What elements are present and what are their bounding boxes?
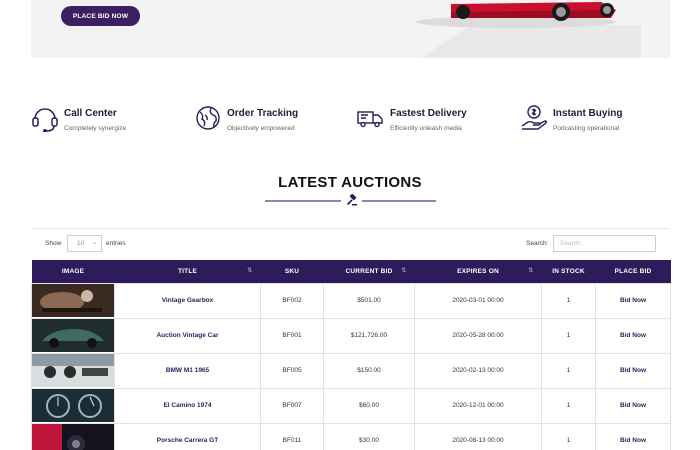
section-title: LATEST AUCTIONS <box>278 174 422 191</box>
auctions-table: IMAGE TITLE ⇅ SKU CURRENT BID ⇅ EXPIRES ON… <box>31 260 671 450</box>
auction-title[interactable]: Porsche Carrera GT <box>114 422 261 450</box>
auction-current-bid: $150.00 <box>323 352 415 389</box>
auction-stock: 1 <box>541 352 596 389</box>
gavel-icon <box>346 194 357 206</box>
header-title[interactable]: TITLE ⇅ <box>114 260 261 283</box>
feature-title: Instant Buying <box>553 108 623 119</box>
feature-title: Order Tracking <box>227 108 299 119</box>
auction-sku: BF005 <box>260 352 324 389</box>
money-hand-icon <box>521 105 548 130</box>
auction-expires: 2020-02-13 00:00 <box>414 352 542 389</box>
chevron-down-icon: ⌄ <box>91 240 97 246</box>
auction-expires: 2020-03-01 00:00 <box>414 282 542 319</box>
hero-banner: PLACE BID NOW <box>31 0 670 58</box>
feature-subtitle: Efficiently unleash media <box>390 125 462 132</box>
bid-now-link[interactable]: Bid Now <box>620 402 646 409</box>
table-row: Vintage Gearbox BF002 $501.00 2020-03-01… <box>31 282 671 319</box>
sort-icon[interactable]: ⇅ <box>247 267 252 274</box>
auction-expires: 2020-12-01 00:00 <box>414 387 542 424</box>
title-divider-right <box>362 200 436 202</box>
header-place-bid[interactable]: PLACE BID <box>595 260 671 283</box>
auction-sku: BF001 <box>260 317 324 354</box>
table-row: El Camino 1974 BF007 $60.00 2020-12-01 0… <box>31 387 671 424</box>
truck-icon <box>357 111 383 128</box>
auction-current-bid: $121,726.00 <box>323 317 415 354</box>
auction-expires: 2020-08-13 00:00 <box>414 422 542 450</box>
auction-stock: 1 <box>541 387 596 424</box>
el-camino-1974-image[interactable] <box>32 389 114 422</box>
entries-label: entries <box>106 240 126 247</box>
headset-icon <box>32 108 58 132</box>
table-row: Auction Vintage Car BF001 $121,726.00 20… <box>31 317 671 354</box>
feature-subtitle: Podcasting operational <box>553 125 620 132</box>
table-header-row: IMAGE TITLE ⇅ SKU CURRENT BID ⇅ EXPIRES ON… <box>31 260 671 283</box>
entries-value: 10 <box>77 240 85 247</box>
vintage-gearbox-image[interactable] <box>32 284 114 317</box>
table-row: BMW M1 1965 BF005 $150.00 2020-02-13 00:… <box>31 352 671 389</box>
auction-title[interactable]: BMW M1 1965 <box>114 352 261 389</box>
bid-now-link[interactable]: Bid Now <box>620 437 646 444</box>
auction-sku: BF002 <box>260 282 324 319</box>
bmw-m1-1965-image[interactable] <box>32 354 114 387</box>
title-divider-left <box>265 200 341 202</box>
bid-now-link[interactable]: Bid Now <box>620 332 646 339</box>
show-label: Show <box>45 240 62 247</box>
feature-order-tracking: Order Tracking Objectively empowered <box>194 104 324 136</box>
sort-icon[interactable]: ⇅ <box>401 267 406 274</box>
bid-now-link[interactable]: Bid Now <box>620 297 646 304</box>
feature-subtitle: Completely synergize <box>64 125 127 132</box>
auction-title[interactable]: Vintage Gearbox <box>114 282 261 319</box>
auction-stock: 1 <box>541 422 596 450</box>
bid-now-link[interactable]: Bid Now <box>620 367 646 374</box>
feature-fastest-delivery: Fastest Delivery Efficiently unleash med… <box>357 104 487 136</box>
auction-stock: 1 <box>541 282 596 319</box>
table-row: Porsche Carrera GT BF011 $30.00 2020-08-… <box>31 422 671 450</box>
header-sku[interactable]: SKU <box>260 260 324 283</box>
feature-title: Call Center <box>64 108 117 119</box>
porsche-carrera-gt-image[interactable] <box>32 424 114 450</box>
hero-car-image <box>416 2 641 58</box>
auction-title[interactable]: El Camino 1974 <box>114 387 261 424</box>
auction-sku: BF011 <box>260 422 324 450</box>
auction-current-bid: $501.00 <box>323 282 415 319</box>
feature-instant-buying: Instant Buying Podcasting operational <box>520 104 650 136</box>
globe-icon <box>196 106 220 130</box>
auction-current-bid: $30.00 <box>323 422 415 450</box>
feature-subtitle: Objectively empowered <box>227 125 295 132</box>
section-divider <box>31 228 670 229</box>
auction-sku: BF007 <box>260 387 324 424</box>
header-image[interactable]: IMAGE <box>31 260 115 283</box>
auction-title[interactable]: Auction Vintage Car <box>114 317 261 354</box>
auction-vintage-car-image[interactable] <box>32 319 114 352</box>
header-expires-on[interactable]: EXPIRES ON ⇅ <box>414 260 542 283</box>
feature-title: Fastest Delivery <box>390 108 467 119</box>
search-input[interactable] <box>553 235 656 252</box>
header-current-bid[interactable]: CURRENT BID ⇅ <box>323 260 415 283</box>
entries-select[interactable]: 10 ⌄ <box>67 235 102 252</box>
search-label: Search: <box>526 240 549 247</box>
feature-call-center: Call Center Completely synergize <box>31 104 161 136</box>
header-in-stock[interactable]: IN STOCK <box>541 260 596 283</box>
place-bid-now-button[interactable]: PLACE BID NOW <box>61 6 140 26</box>
auction-current-bid: $60.00 <box>323 387 415 424</box>
sort-icon[interactable]: ⇅ <box>528 267 533 274</box>
auction-stock: 1 <box>541 317 596 354</box>
auction-expires: 2020-05-28 00:00 <box>414 317 542 354</box>
